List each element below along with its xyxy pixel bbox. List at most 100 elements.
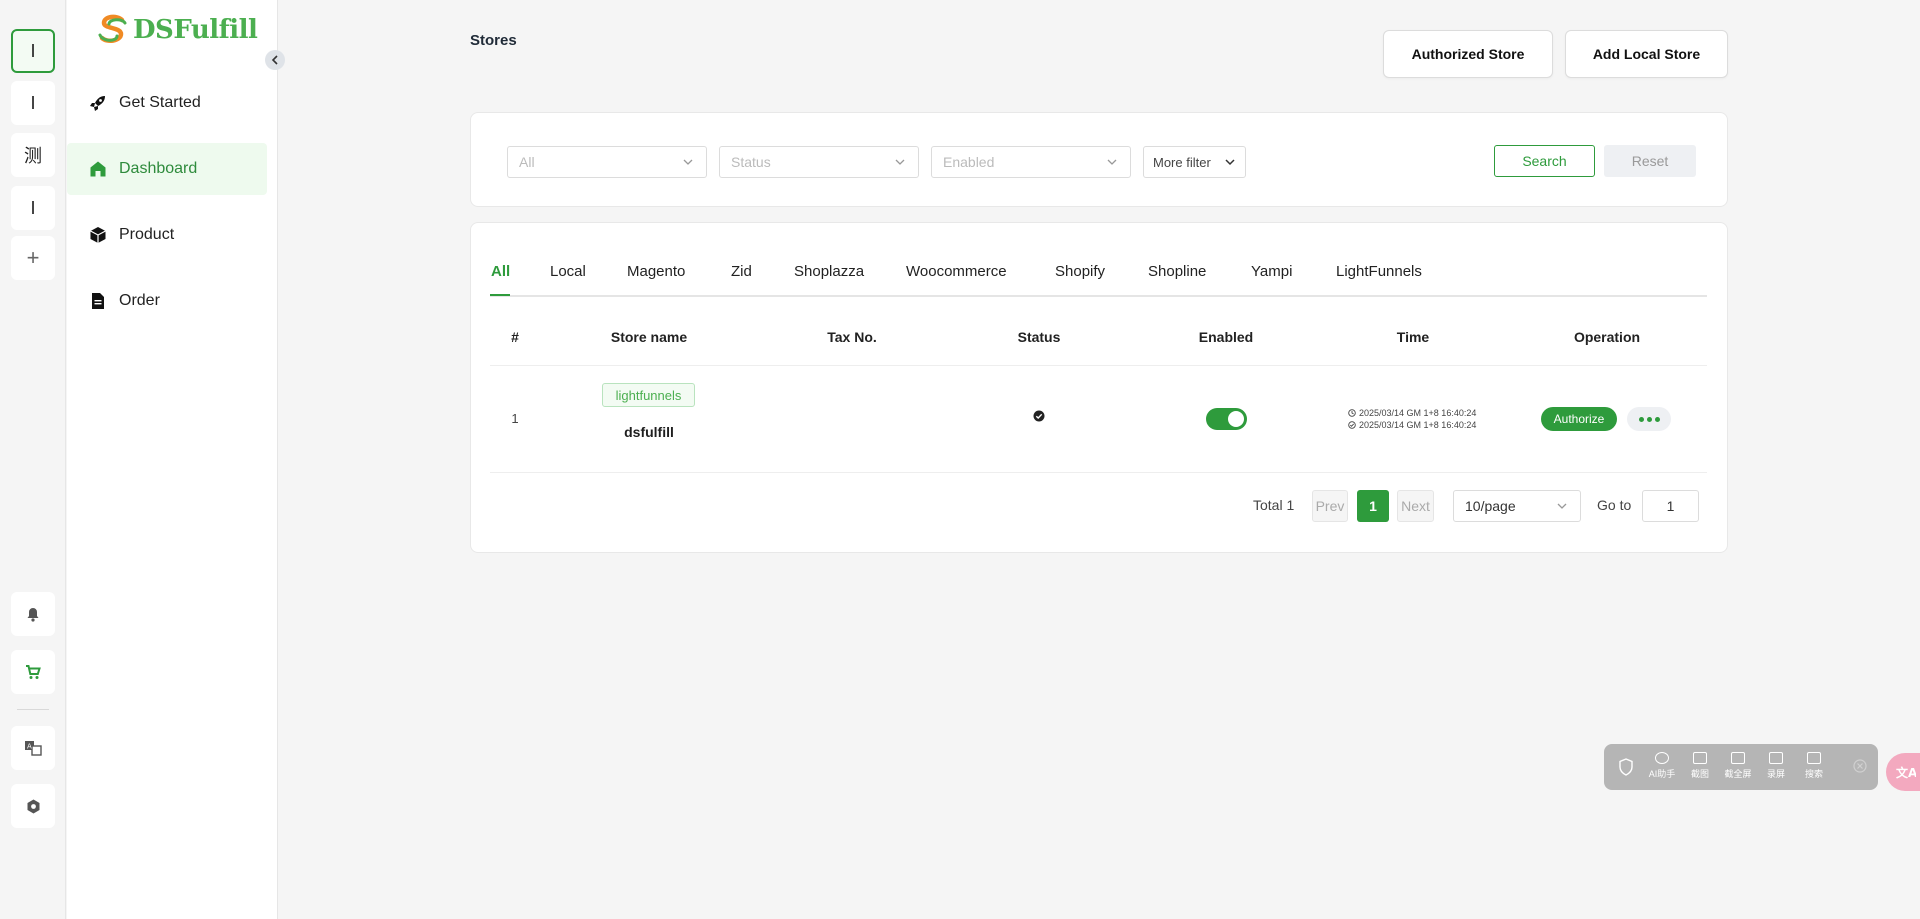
- translate-icon: 文A: [1896, 765, 1916, 780]
- chevron-down-icon: [1557, 503, 1567, 509]
- prev-page-button[interactable]: Prev: [1312, 490, 1348, 522]
- cart-icon: [26, 664, 41, 679]
- svg-text:A: A: [27, 743, 32, 751]
- tab-zid[interactable]: Zid: [731, 263, 752, 280]
- tab-magento[interactable]: Magento: [627, 263, 685, 280]
- nav-item-product[interactable]: Product: [67, 209, 267, 261]
- add-local-store-button[interactable]: Add Local Store: [1565, 30, 1728, 78]
- ai-assistant-button[interactable]: AI助手: [1646, 752, 1678, 780]
- next-page-button[interactable]: Next: [1397, 490, 1434, 522]
- rail-app-4[interactable]: I: [11, 186, 55, 230]
- reset-button[interactable]: Reset: [1604, 145, 1696, 177]
- more-dot-icon: [1638, 416, 1644, 422]
- rail-app-3-label: 测: [24, 146, 42, 166]
- brand-logo[interactable]: DSFulfill: [95, 12, 258, 48]
- search-icon: [1807, 752, 1821, 764]
- sidebar: DSFulfill Get Started Dashboard Product …: [67, 0, 278, 919]
- enabled-select[interactable]: Enabled: [931, 146, 1131, 178]
- rail-add-button[interactable]: +: [11, 236, 55, 280]
- rail-app-2[interactable]: I: [11, 81, 55, 125]
- search-button[interactable]: Search: [1494, 145, 1595, 177]
- ai-assistant-label: AI助手: [1648, 769, 1676, 779]
- table-header-divider: [490, 365, 1707, 366]
- check-circle-icon: [1348, 421, 1356, 429]
- tab-local[interactable]: Local: [550, 263, 586, 280]
- platform-tag: lightfunnels: [602, 383, 695, 407]
- app-rail: I I 测 I + A: [0, 0, 66, 919]
- authorized-store-button[interactable]: Authorized Store: [1383, 30, 1553, 78]
- rail-language-button[interactable]: A: [11, 726, 55, 770]
- more-actions-button[interactable]: [1627, 407, 1671, 431]
- nav-item-dashboard[interactable]: Dashboard: [67, 143, 267, 195]
- more-filter-button[interactable]: More filter: [1143, 146, 1246, 178]
- nav-item-label: Product: [119, 226, 175, 243]
- gear-icon: [27, 799, 39, 813]
- shield-icon[interactable]: [1618, 758, 1634, 776]
- chevron-down-icon: [895, 159, 905, 165]
- screenshot-button[interactable]: 截图: [1684, 752, 1716, 780]
- rail-notification-button[interactable]: [11, 592, 55, 636]
- column-header-store-name: Store name: [610, 329, 688, 345]
- active-tab-indicator: [490, 294, 510, 296]
- page-size-value: 10/page: [1465, 498, 1516, 514]
- video-icon: [1769, 752, 1783, 764]
- rail-settings-button[interactable]: [11, 784, 55, 828]
- ai-icon: [1655, 752, 1669, 764]
- close-icon[interactable]: [1853, 759, 1867, 773]
- page-size-select[interactable]: 10/page: [1453, 490, 1581, 522]
- page-title: Stores: [470, 32, 517, 49]
- floating-translate-button[interactable]: 文A: [1886, 753, 1920, 791]
- floating-toolbar: AI助手 截图 截全屏 录屏 搜索: [1604, 744, 1878, 790]
- column-header-time: Time: [1396, 329, 1430, 345]
- rail-app-4-label: I: [30, 197, 36, 218]
- nav-item-label: Get Started: [119, 94, 201, 111]
- rail-app-3[interactable]: 测: [11, 133, 55, 177]
- authorize-button[interactable]: Authorize: [1541, 407, 1617, 431]
- tab-woocommerce[interactable]: Woocommerce: [906, 263, 1007, 280]
- nav-item-get-started[interactable]: Get Started: [67, 77, 267, 129]
- record-label: 录屏: [1766, 769, 1785, 779]
- store-name[interactable]: dsfulfill: [624, 424, 674, 440]
- status-select[interactable]: Status: [719, 146, 919, 178]
- bell-icon: [27, 607, 39, 622]
- chevron-down-icon: [1107, 159, 1117, 165]
- screenshot-label: 截图: [1690, 769, 1709, 779]
- search-image-label: 搜索: [1804, 769, 1823, 779]
- nav-item-order[interactable]: Order: [67, 275, 267, 327]
- row-index: 1: [511, 411, 519, 426]
- table-row-divider: [490, 472, 1707, 473]
- platform-select[interactable]: All: [507, 146, 707, 178]
- platform-select-value: All: [519, 154, 535, 170]
- tab-lightfunnels[interactable]: LightFunnels: [1336, 263, 1422, 280]
- column-header-status: Status: [1017, 329, 1061, 345]
- chevron-left-icon: [271, 55, 278, 65]
- document-icon: [92, 293, 104, 309]
- rail-cart-button[interactable]: [11, 650, 55, 694]
- plus-icon: +: [26, 245, 40, 270]
- rail-app-1-label: I: [30, 40, 36, 61]
- record-button[interactable]: 录屏: [1760, 752, 1792, 780]
- tab-shopify[interactable]: Shopify: [1055, 263, 1105, 280]
- rail-app-1[interactable]: I: [11, 29, 55, 73]
- tab-shoplazza[interactable]: Shoplazza: [794, 263, 864, 280]
- tab-shopline[interactable]: Shopline: [1148, 263, 1206, 280]
- column-header-operation: Operation: [1573, 329, 1641, 345]
- search-image-button[interactable]: 搜索: [1798, 752, 1830, 780]
- more-filter-label: More filter: [1153, 154, 1211, 170]
- nav-item-label: Order: [119, 292, 160, 309]
- tab-all[interactable]: All: [491, 263, 510, 280]
- sidebar-collapse-button[interactable]: [265, 50, 285, 70]
- rail-app-2-label: I: [30, 92, 36, 113]
- status-select-value: Status: [731, 154, 771, 170]
- tab-yampi[interactable]: Yampi: [1251, 263, 1292, 280]
- column-header-tax-no: Tax No.: [827, 329, 877, 345]
- time-updated-value: 2025/03/14 GM 1+8 16:40:24: [1359, 420, 1477, 430]
- full-screenshot-button[interactable]: 截全屏: [1722, 752, 1754, 780]
- goto-page-input[interactable]: 1: [1642, 490, 1699, 522]
- enabled-toggle[interactable]: [1206, 408, 1247, 430]
- rail-divider: [17, 709, 49, 710]
- home-icon: [90, 161, 106, 177]
- page-1-button[interactable]: 1: [1357, 490, 1389, 522]
- time-updated: 2025/03/14 GM 1+8 16:40:24: [1348, 420, 1476, 430]
- rocket-icon: [90, 96, 105, 111]
